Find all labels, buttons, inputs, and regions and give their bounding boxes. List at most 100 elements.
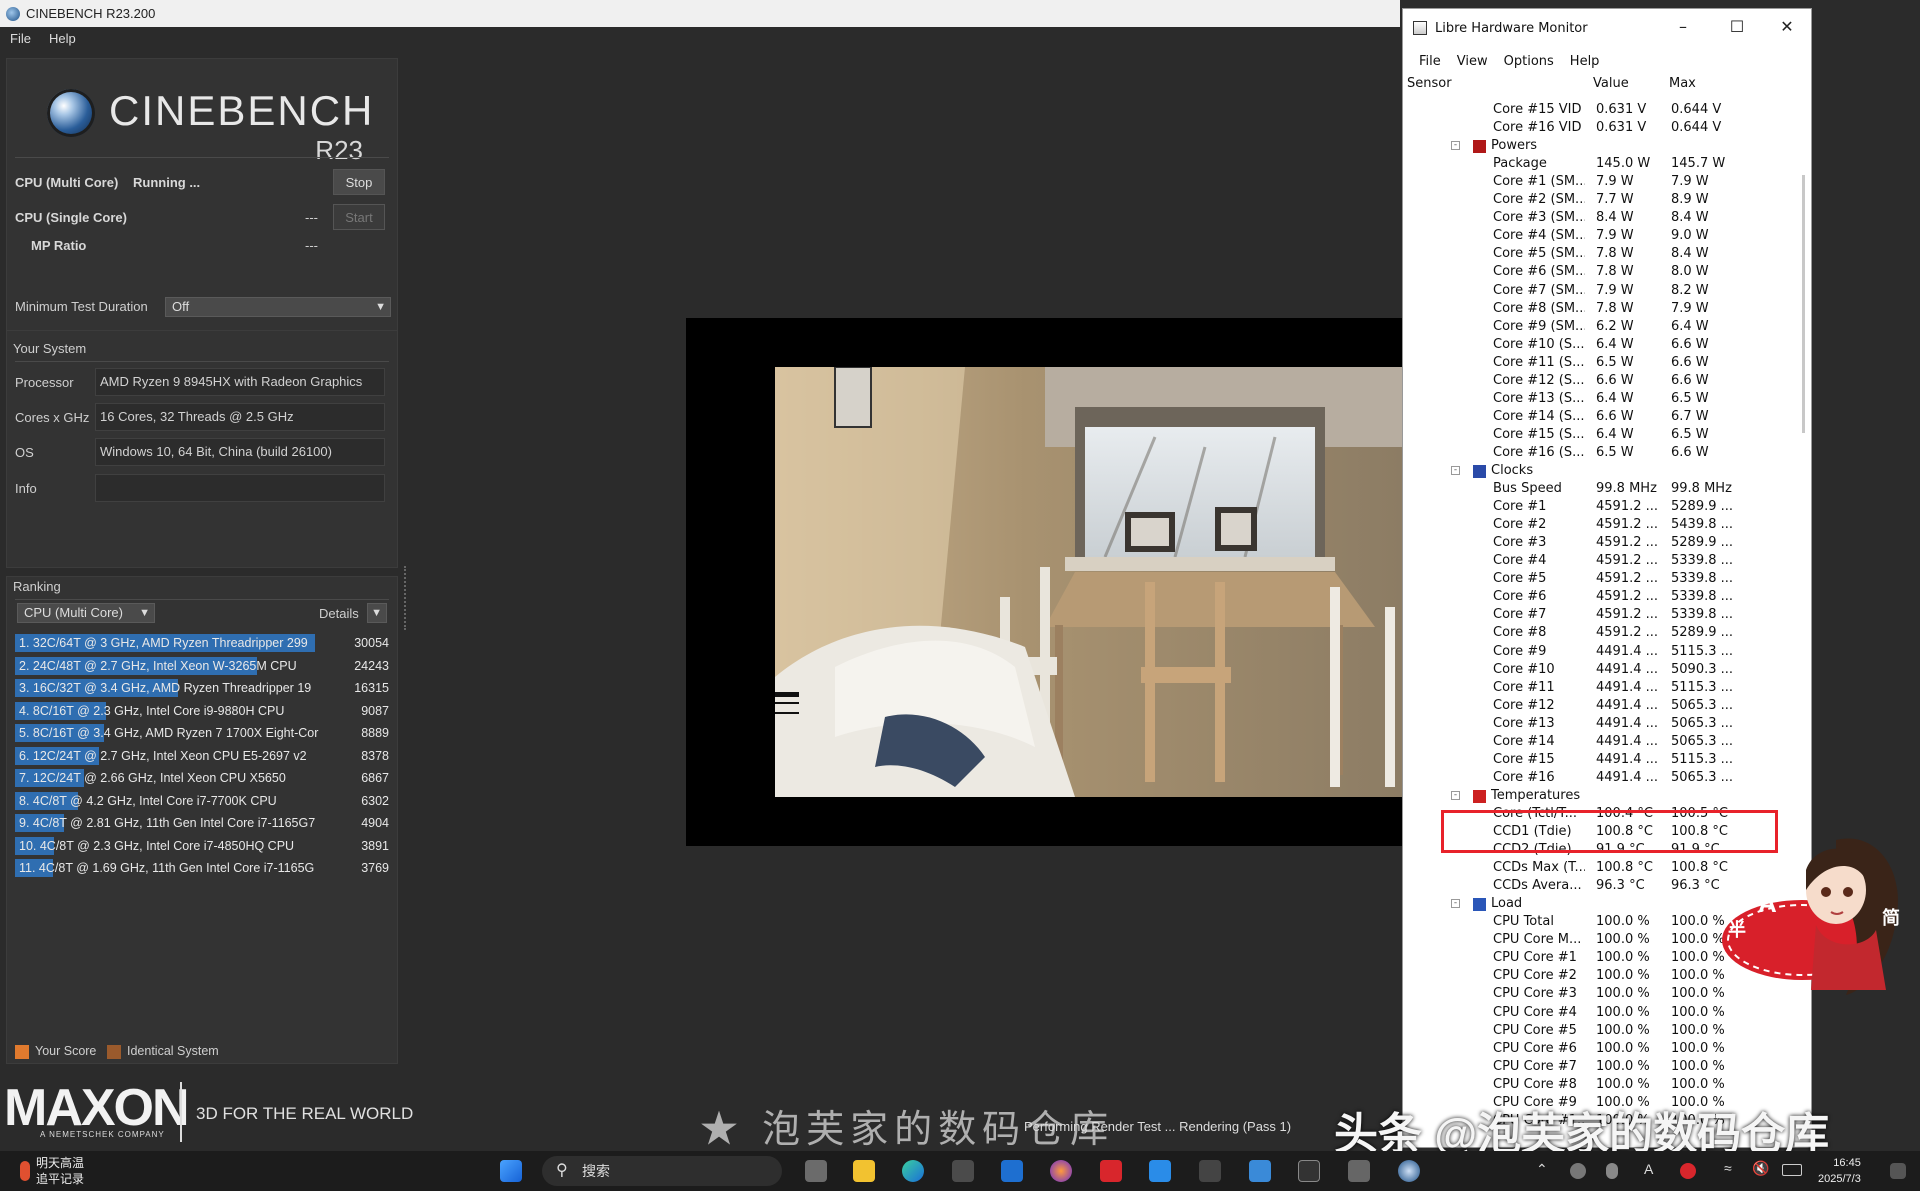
sensor-row[interactable]: Core #15 (S... 6.4 W 6.5 W [1403,426,1799,444]
wps-icon[interactable] [1100,1160,1122,1182]
ranking-row[interactable]: 2. 24C/48T @ 2.7 GHz, Intel Xeon W-3265M… [15,656,393,676]
collapse-icon[interactable]: - [1451,899,1460,909]
minimize-icon[interactable]: – [1673,17,1693,36]
sensor-row[interactable]: Core #9 (SM... 6.2 W 6.4 W [1403,318,1799,336]
ranking-row[interactable]: 8. 4C/8T @ 4.2 GHz, Intel Core i7-7700K … [15,791,393,811]
header-max[interactable]: Max [1669,76,1696,91]
monitor-icon[interactable] [1249,1160,1271,1182]
lhm-menu-help[interactable]: Help [1570,54,1600,69]
sensor-row[interactable]: Core #2 (SM... 7.7 W 8.9 W [1403,191,1799,209]
ranking-row[interactable]: 9. 4C/8T @ 2.81 GHz, 11th Gen Intel Core… [15,813,393,833]
sensor-row[interactable]: Core #3 (SM... 8.4 W 8.4 W [1403,209,1799,227]
volume-mute-icon[interactable]: 🔇 [1752,1160,1769,1177]
input-method-icon[interactable]: A [1644,1161,1653,1177]
sensor-row[interactable]: Core #11 4491.4 ... 5115.3 ... [1403,679,1799,697]
sensor-row[interactable]: CPU Core #4 100.0 % 100.0 % [1403,1004,1799,1022]
ranking-row[interactable]: 6. 12C/24T @ 2.7 GHz, Intel Xeon CPU E5-… [15,746,393,766]
window-icon[interactable] [1348,1160,1370,1182]
ranking-row[interactable]: 7. 12C/24T @ 2.66 GHz, Intel Xeon CPU X5… [15,768,393,788]
lhm-scrollbar[interactable] [1802,175,1805,433]
sensor-row[interactable]: Core #16 VID 0.631 V 0.644 V [1403,119,1799,137]
clock[interactable]: 16:45 2025/7/3 [1818,1155,1861,1187]
sensor-row[interactable]: Core #13 (S... 6.4 W 6.5 W [1403,390,1799,408]
lhm-menu-file[interactable]: File [1419,54,1441,69]
sensor-row[interactable]: Core #16 4491.4 ... 5065.3 ... [1403,769,1799,787]
sensor-row[interactable]: Core #12 (S... 6.6 W 6.6 W [1403,372,1799,390]
taskbar-search[interactable]: ⚲ 搜索 [542,1156,782,1186]
sensor-row[interactable]: Core #10 4491.4 ... 5090.3 ... [1403,661,1799,679]
battery-icon[interactable] [1782,1164,1802,1176]
collapse-icon[interactable]: - [1451,790,1460,800]
sensor-group-clocks[interactable]: - Clocks [1403,462,1799,480]
sensor-row[interactable]: Core #11 (S... 6.5 W 6.6 W [1403,354,1799,372]
panel-splitter[interactable] [404,566,406,630]
ranking-row[interactable]: 5. 8C/16T @ 3.4 GHz, AMD Ryzen 7 1700X E… [15,723,393,743]
ranking-row[interactable]: 4. 8C/16T @ 2.3 GHz, Intel Core i9-9880H… [15,701,393,721]
sensor-row[interactable]: Core #15 VID 0.631 V 0.644 V [1403,101,1799,119]
menu-help[interactable]: Help [49,31,76,46]
file-explorer-icon[interactable] [853,1160,875,1182]
min-duration-select[interactable]: Off ▼ [165,297,391,317]
notification-icon[interactable] [1890,1163,1906,1179]
sensor-row[interactable]: Core #6 4591.2 ... 5339.8 ... [1403,588,1799,606]
microphone-icon[interactable] [1606,1163,1618,1179]
tray-red-icon[interactable] [1680,1163,1696,1179]
app-icon[interactable] [1199,1160,1221,1182]
sensor-row[interactable]: Core #4 4591.2 ... 5339.8 ... [1403,552,1799,570]
maximize-icon[interactable]: ☐ [1727,17,1747,36]
sensor-row[interactable]: Package 145.0 W 145.7 W [1403,155,1799,173]
sensor-group-temperatures[interactable]: - Temperatures [1403,787,1799,805]
header-value[interactable]: Value [1593,76,1629,91]
ranking-row[interactable]: 1. 32C/64T @ 3 GHz, AMD Ryzen Threadripp… [15,633,393,653]
terminal-icon[interactable] [1298,1160,1320,1182]
sensor-row[interactable]: Core #7 (SM... 7.9 W 8.2 W [1403,282,1799,300]
sensor-row[interactable]: CPU Core #5 100.0 % 100.0 % [1403,1022,1799,1040]
menu-file[interactable]: File [10,31,31,46]
lhm-menu-options[interactable]: Options [1504,54,1554,69]
sensor-row[interactable]: Bus Speed 99.8 MHz 99.8 MHz [1403,480,1799,498]
ranking-row[interactable]: 3. 16C/32T @ 3.4 GHz, AMD Ryzen Threadri… [15,678,393,698]
firefox-icon[interactable] [1050,1160,1072,1182]
ranking-row[interactable]: 11. 4C/8T @ 1.69 GHz, 11th Gen Intel Cor… [15,858,393,878]
sensor-row[interactable]: Core #14 4491.4 ... 5065.3 ... [1403,733,1799,751]
sensor-row[interactable]: Core #12 4491.4 ... 5065.3 ... [1403,697,1799,715]
details-toggle[interactable]: ▼ [367,603,387,623]
close-icon[interactable]: ✕ [1777,17,1797,36]
sensor-row[interactable]: Core #13 4491.4 ... 5065.3 ... [1403,715,1799,733]
outlook-icon[interactable] [1001,1160,1023,1182]
cinebench-taskbar-icon[interactable] [1398,1160,1420,1182]
weather-widget[interactable]: 明天高温 追平记录 [20,1155,84,1187]
sensor-row[interactable]: CPU Core #7 100.0 % 100.0 % [1403,1058,1799,1076]
ranking-mode-select[interactable]: CPU (Multi Core) ▼ [17,603,155,623]
sensor-group-powers[interactable]: - Powers [1403,137,1799,155]
start-icon[interactable] [500,1160,522,1182]
sensor-row[interactable]: Core #2 4591.2 ... 5439.8 ... [1403,516,1799,534]
sensor-row[interactable]: Core #8 4591.2 ... 5289.9 ... [1403,624,1799,642]
sensor-row[interactable]: Core #9 4491.4 ... 5115.3 ... [1403,643,1799,661]
sensor-row[interactable]: Core #4 (SM... 7.9 W 9.0 W [1403,227,1799,245]
sensor-row[interactable]: Core #5 4591.2 ... 5339.8 ... [1403,570,1799,588]
sensor-row[interactable]: CPU Core #8 100.0 % 100.0 % [1403,1076,1799,1094]
header-sensor[interactable]: Sensor [1407,76,1452,91]
collapse-icon[interactable]: - [1451,466,1460,475]
store-icon[interactable] [952,1160,974,1182]
tray-app-icon[interactable] [1570,1163,1586,1179]
collapse-icon[interactable]: - [1451,141,1460,151]
task-view-icon[interactable] [805,1160,827,1182]
stop-button[interactable]: Stop [333,169,385,195]
sensor-row[interactable]: Core #3 4591.2 ... 5289.9 ... [1403,534,1799,552]
tray-chevron-up-icon[interactable]: ⌃ [1536,1161,1548,1178]
sensor-row[interactable]: Core #16 (S... 6.5 W 6.6 W [1403,444,1799,462]
feishu-icon[interactable] [1149,1160,1171,1182]
sensor-row[interactable]: Core #1 (SM... 7.9 W 7.9 W [1403,173,1799,191]
sensor-row[interactable]: Core #6 (SM... 7.8 W 8.0 W [1403,263,1799,281]
sensor-row[interactable]: Core #8 (SM... 7.8 W 7.9 W [1403,300,1799,318]
sensor-row[interactable]: Core #14 (S... 6.6 W 6.7 W [1403,408,1799,426]
sensor-row[interactable]: Core #1 4591.2 ... 5289.9 ... [1403,498,1799,516]
wifi-icon[interactable]: ≈ [1724,1160,1732,1176]
ranking-row[interactable]: 10. 4C/8T @ 2.3 GHz, Intel Core i7-4850H… [15,836,393,856]
sensor-row[interactable]: Core #5 (SM... 7.8 W 8.4 W [1403,245,1799,263]
sensor-row[interactable]: CPU Core #6 100.0 % 100.0 % [1403,1040,1799,1058]
lhm-menu-view[interactable]: View [1457,54,1488,69]
sensor-row[interactable]: Core #7 4591.2 ... 5339.8 ... [1403,606,1799,624]
